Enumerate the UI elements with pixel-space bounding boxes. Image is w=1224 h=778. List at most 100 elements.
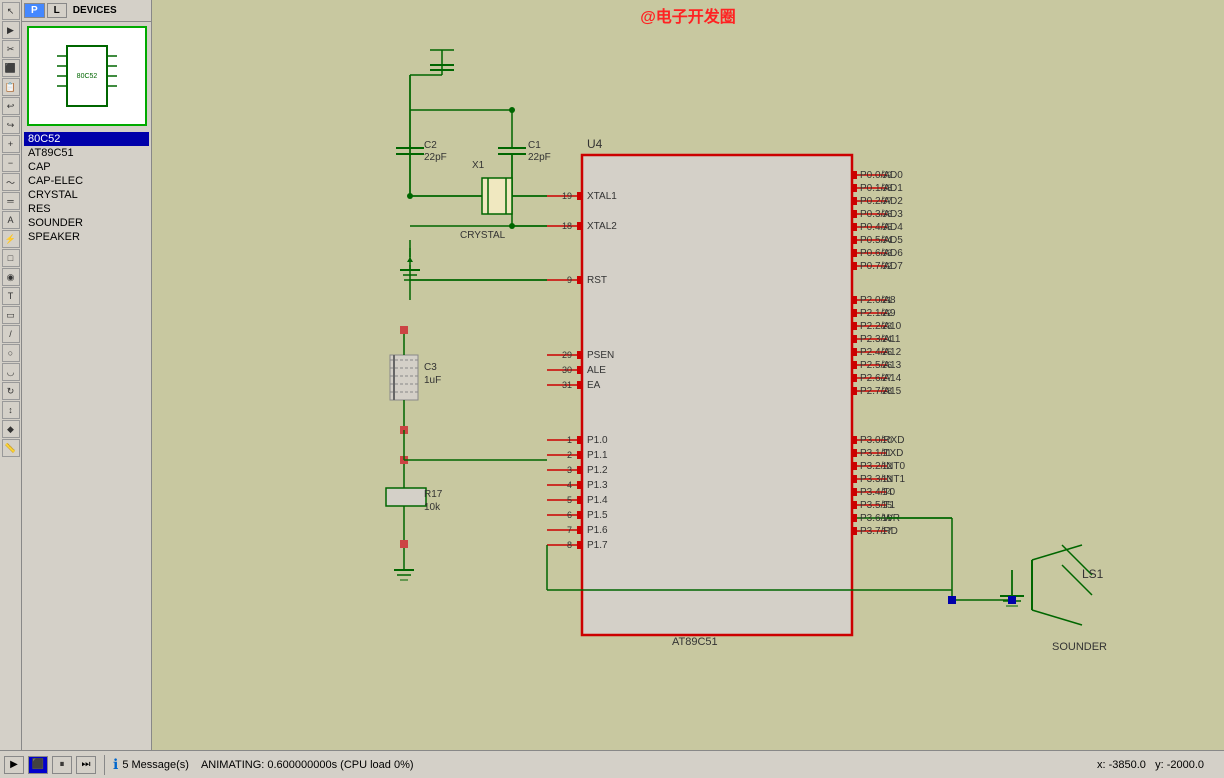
svg-text:6: 6 <box>567 510 572 520</box>
toolbar-btn-measure[interactable]: 📏 <box>2 439 20 457</box>
svg-text:ALE: ALE <box>587 365 606 376</box>
comp-item-cap-elec[interactable]: CAP-ELEC <box>24 174 149 188</box>
comp-item-80c52[interactable]: 80C52 <box>24 132 149 146</box>
svg-text:P2.7/A15: P2.7/A15 <box>860 386 902 397</box>
svg-text:4: 4 <box>567 480 572 490</box>
schematic-svg: @电子开发圈 U4 AT89C51 19 XTAL1 18 XTAL2 9 RS… <box>152 0 1224 750</box>
toolbar-btn-arrow[interactable]: ↖ <box>2 2 20 20</box>
status-pause-btn[interactable]: ⏸ <box>52 756 72 774</box>
svg-text:11: 11 <box>882 448 891 458</box>
toolbar-btn-box[interactable]: ▭ <box>2 306 20 324</box>
y-coord: -2000.0 <box>1167 759 1204 771</box>
svg-text:X1: X1 <box>472 160 485 171</box>
svg-text:17: 17 <box>882 526 892 536</box>
device-panel: P L DEVICES 80C52 80C52 AT89C51 CAP CAP-… <box>22 0 152 750</box>
svg-text:P2.3/A11: P2.3/A11 <box>860 334 901 345</box>
toolbar-btn-label[interactable]: A <box>2 211 20 229</box>
svg-text:P1.1: P1.1 <box>587 450 608 461</box>
svg-text:25: 25 <box>882 347 892 357</box>
toolbar-btn-line[interactable]: / <box>2 325 20 343</box>
svg-text:1uF: 1uF <box>424 375 441 386</box>
svg-text:PSEN: PSEN <box>587 350 614 361</box>
svg-text:38: 38 <box>882 183 892 193</box>
toolbar-btn-component[interactable]: □ <box>2 249 20 267</box>
status-messages: 5 Message(s) <box>122 759 189 771</box>
toolbar-btn-arc[interactable]: ◡ <box>2 363 20 381</box>
toolbar-btn-redo[interactable]: ↪ <box>2 116 20 134</box>
svg-text:P1.3: P1.3 <box>587 480 608 491</box>
svg-text:P3.7/RD: P3.7/RD <box>860 526 898 537</box>
toolbar-btn-power[interactable]: ⚡ <box>2 230 20 248</box>
status-play-btn[interactable]: ▶ <box>4 756 24 774</box>
l-button[interactable]: L <box>47 3 67 18</box>
svg-text:14: 14 <box>882 487 892 497</box>
svg-text:C1: C1 <box>528 140 541 151</box>
status-bar: ▶ ⬛ ⏸ ⏭ ℹ 5 Message(s) ANIMATING: 0.6000… <box>0 750 1224 778</box>
svg-text:35: 35 <box>882 222 892 232</box>
comp-item-at89c51[interactable]: AT89C51 <box>24 146 149 160</box>
svg-text:P2.5/A13: P2.5/A13 <box>860 360 902 371</box>
svg-text:29: 29 <box>562 350 572 360</box>
toolbar-btn-undo[interactable]: ↩ <box>2 97 20 115</box>
toolbar-btn-marker[interactable]: ◆ <box>2 420 20 438</box>
p-button[interactable]: P <box>24 3 45 18</box>
svg-text:P1.5: P1.5 <box>587 510 608 521</box>
y-label: y: <box>1155 759 1164 771</box>
svg-text:P1.6: P1.6 <box>587 525 608 536</box>
comp-item-sounder[interactable]: SOUNDER <box>24 216 149 230</box>
svg-text:37: 37 <box>882 196 892 206</box>
svg-text:U4: U4 <box>587 137 603 151</box>
toolbar-btn-wire[interactable]: 〜 <box>2 173 20 191</box>
svg-text:13: 13 <box>882 474 892 484</box>
toolbar-btn-zoom-out[interactable]: − <box>2 154 20 172</box>
svg-text:21: 21 <box>882 295 892 305</box>
svg-text:LS1: LS1 <box>1082 567 1104 581</box>
svg-text:P2.2/A10: P2.2/A10 <box>860 321 902 332</box>
devices-label: DEVICES <box>73 5 117 16</box>
svg-text:C3: C3 <box>424 362 437 373</box>
comp-item-speaker[interactable]: SPEAKER <box>24 230 149 244</box>
toolbar-btn-probe[interactable]: ◉ <box>2 268 20 286</box>
toolbar-btn-play[interactable]: ▶ <box>2 21 20 39</box>
svg-text:30: 30 <box>562 365 572 375</box>
coord-display: x: -3850.0 y: -2000.0 <box>1097 759 1204 771</box>
svg-text:C2: C2 <box>424 140 437 151</box>
svg-text:18: 18 <box>562 221 572 231</box>
toolbar-btn-rotate[interactable]: ↻ <box>2 382 20 400</box>
svg-text:7: 7 <box>567 525 572 535</box>
status-animation: ANIMATING: 0.600000000s (CPU load 0%) <box>201 759 414 771</box>
comp-item-cap[interactable]: CAP <box>24 160 149 174</box>
toolbar-btn-flip[interactable]: ↕ <box>2 401 20 419</box>
x-coord: -3850.0 <box>1109 759 1146 771</box>
toolbar-btn-paste[interactable]: 📋 <box>2 78 20 96</box>
status-step-btn[interactable]: ⏭ <box>76 756 96 774</box>
device-panel-header: P L DEVICES <box>22 0 151 22</box>
svg-text:XTAL1: XTAL1 <box>587 191 617 202</box>
toolbar-btn-text[interactable]: T <box>2 287 20 305</box>
comp-item-crystal[interactable]: CRYSTAL <box>24 188 149 202</box>
toolbar-btn-zoom-in[interactable]: + <box>2 135 20 153</box>
left-toolbar: ↖ ▶ ✂ ⬛ 📋 ↩ ↪ + − 〜 ═ A ⚡ □ ◉ T ▭ / ○ ◡ … <box>0 0 22 750</box>
toolbar-btn-copy[interactable]: ⬛ <box>2 59 20 77</box>
toolbar-btn-circle[interactable]: ○ <box>2 344 20 362</box>
status-stop-btn[interactable]: ⬛ <box>28 756 48 774</box>
svg-text:AT89C51: AT89C51 <box>672 636 718 648</box>
svg-text:2: 2 <box>567 450 572 460</box>
svg-text:22pF: 22pF <box>424 152 447 163</box>
toolbar-btn-cut[interactable]: ✂ <box>2 40 20 58</box>
svg-text:SOUNDER: SOUNDER <box>1052 641 1107 653</box>
svg-text:36: 36 <box>882 209 892 219</box>
svg-text:5: 5 <box>567 495 572 505</box>
x-label: x: <box>1097 759 1106 771</box>
svg-text:39: 39 <box>882 170 892 180</box>
svg-text:24: 24 <box>882 334 892 344</box>
svg-text:23: 23 <box>882 321 892 331</box>
svg-text:@电子开发圈: @电子开发圈 <box>640 7 736 26</box>
toolbar-btn-bus[interactable]: ═ <box>2 192 20 210</box>
svg-text:P2.4/A12: P2.4/A12 <box>860 347 902 358</box>
comp-item-res[interactable]: RES <box>24 202 149 216</box>
svg-text:3: 3 <box>567 465 572 475</box>
svg-text:EA: EA <box>587 380 601 391</box>
main-canvas[interactable]: @电子开发圈 U4 AT89C51 19 XTAL1 18 XTAL2 9 RS… <box>152 0 1224 750</box>
svg-text:10: 10 <box>882 435 892 445</box>
